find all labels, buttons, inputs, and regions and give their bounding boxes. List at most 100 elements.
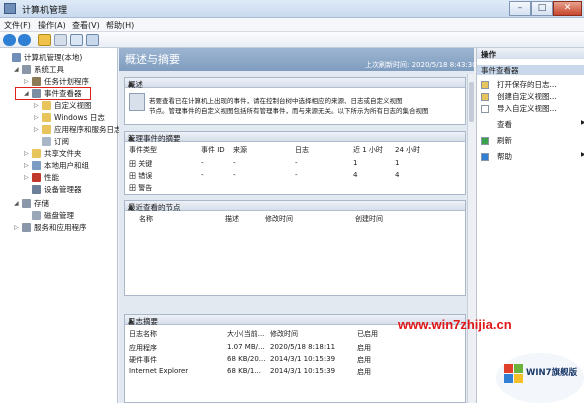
tree-node[interactable]: 磁盘管理: [0, 210, 118, 221]
expand-toggle-icon[interactable]: ▷: [24, 172, 29, 183]
actions-group-event-viewer[interactable]: 事件查看器: [477, 65, 584, 75]
recent-nodes-header[interactable]: 最近查看的节点 ▲: [125, 201, 465, 212]
table-cell: 田 错误: [129, 172, 153, 180]
tree-node[interactable]: ▷ 应用程序和服务日志: [0, 124, 122, 135]
action-item[interactable]: 打开保存的日志...: [481, 79, 584, 90]
expand-toggle-icon[interactable]: ◢: [14, 198, 19, 209]
tree-node[interactable]: ▷ 本地用户和组: [0, 160, 118, 171]
column-header[interactable]: 修改时间: [265, 214, 293, 224]
expand-toggle-icon[interactable]: ▷: [24, 76, 29, 87]
overview-header[interactable]: 概述 ▲: [125, 78, 465, 89]
action-item[interactable]: 导入自定义视图...: [481, 103, 584, 114]
tools-icon: [22, 65, 31, 74]
scrollbar-thumb[interactable]: [469, 82, 474, 122]
column-header[interactable]: 大小(当前...: [227, 329, 264, 339]
console-tree: 计算机管理(本地) ◢ 系统工具 ▷ 任务计划程序 ◢ 事件查看器 ▷ 自定义视图 ▷ Window…: [0, 48, 122, 403]
column-header[interactable]: 创建时间: [355, 214, 383, 224]
computer-icon: [12, 53, 21, 62]
collapse-icon[interactable]: ▲: [128, 79, 461, 88]
computer-management-icon: [4, 3, 16, 14]
minimize-button[interactable]: –: [509, 1, 531, 16]
column-header[interactable]: 日志名称: [129, 329, 157, 339]
tree-node[interactable]: ▷ 共享文件夹: [0, 148, 118, 159]
tree-node-label: 存储: [34, 199, 49, 208]
view-icon[interactable]: [86, 34, 99, 46]
collapse-icon[interactable]: ▲: [128, 133, 461, 142]
center-pane: 概述与摘要 上次刷新时间: 2020/5/18 8:43:30 概述 ▲ 若要查看…: [119, 48, 477, 403]
tree-node[interactable]: ▷ Windows 日志: [0, 112, 118, 123]
action-label: 刷新: [497, 136, 512, 145]
expand-toggle-icon[interactable]: ▷: [34, 100, 39, 111]
center-scrollbar[interactable]: [467, 74, 474, 403]
tree-node-label: 本地用户和组: [44, 161, 89, 170]
table-cell: 4: [395, 171, 400, 179]
help-icon[interactable]: [70, 34, 83, 46]
action-label: 打开保存的日志...: [497, 80, 557, 89]
table-cell: 1: [353, 159, 358, 167]
folder-icon: [42, 125, 51, 134]
logo-text: WIN7旗舰版: [526, 368, 578, 378]
expand-toggle-icon[interactable]: ◢: [14, 64, 19, 75]
tree-node[interactable]: ◢ 存储: [0, 198, 118, 209]
column-header[interactable]: 24 小时: [395, 145, 420, 155]
table-cell: 2014/3/1 10:15:39: [270, 355, 336, 363]
tree-node[interactable]: ▷ 服务和应用程序: [0, 222, 118, 233]
maximize-button[interactable]: □: [531, 1, 553, 16]
admin-events-header[interactable]: 管理事件的摘要 ▲: [125, 132, 465, 143]
menu-help[interactable]: 帮助(H): [106, 20, 134, 31]
column-header[interactable]: 事件类型: [129, 145, 157, 155]
forward-icon[interactable]: [18, 34, 31, 46]
expand-toggle-icon[interactable]: ▷: [34, 124, 39, 135]
column-header[interactable]: 修改时间: [270, 329, 298, 339]
menu-action[interactable]: 操作(A): [38, 20, 66, 31]
tree-node-label: 服务和应用程序: [34, 223, 87, 232]
action-item[interactable]: 查看 ▶: [481, 119, 584, 130]
column-header[interactable]: 事件 ID: [201, 145, 225, 155]
close-button[interactable]: ✕: [553, 1, 582, 16]
table-cell: 68 KB/20...: [227, 355, 266, 363]
action-label: 帮助: [497, 152, 512, 161]
table-cell: 应用程序: [129, 344, 157, 352]
tree-node[interactable]: 计算机管理(本地): [0, 52, 118, 63]
table-cell: -: [233, 159, 236, 167]
window-title: 计算机管理: [22, 6, 68, 16]
action-item[interactable]: 帮助 ▶: [481, 151, 584, 162]
tree-node[interactable]: 设备管理器: [0, 184, 118, 195]
tree-node[interactable]: ▷ 任务计划程序: [0, 76, 118, 87]
open-log-icon: [481, 81, 489, 89]
tree-node-label: 自定义视图: [54, 101, 92, 110]
tree-node[interactable]: ◢ 系统工具: [0, 64, 118, 75]
tree-node-label: 订阅: [54, 137, 69, 146]
column-header[interactable]: 描述: [225, 214, 239, 224]
users-icon: [32, 161, 41, 170]
column-header[interactable]: 近 1 小时: [353, 145, 383, 155]
action-item[interactable]: 创建自定义视图...: [481, 91, 584, 102]
column-header[interactable]: 名称: [139, 214, 153, 224]
tree-node-label: 共享文件夹: [44, 149, 82, 158]
title-bar: 计算机管理 – □ ✕: [0, 0, 584, 18]
menu-view[interactable]: 查看(V): [72, 20, 100, 31]
column-header[interactable]: 来源: [233, 145, 247, 155]
table-cell: -: [233, 171, 236, 179]
tree-node[interactable]: ▷ 性能: [0, 172, 118, 183]
highlight-box: [15, 87, 91, 100]
tree-node-label: Windows 日志: [54, 113, 105, 122]
tree-node[interactable]: ▷ 自定义视图: [0, 100, 118, 111]
back-icon[interactable]: [3, 34, 16, 46]
expand-toggle-icon[interactable]: ▷: [14, 222, 19, 233]
action-label: 创建自定义视图...: [497, 92, 557, 101]
show-hide-tree-icon[interactable]: [54, 34, 67, 46]
collapse-icon[interactable]: ▲: [128, 202, 461, 211]
column-header[interactable]: 已启用: [357, 329, 378, 339]
tree-node[interactable]: 订阅: [0, 136, 118, 147]
column-header[interactable]: 日志: [295, 145, 309, 155]
tree-node-label: 计算机管理(本地): [24, 53, 83, 62]
up-folder-icon[interactable]: [38, 34, 51, 46]
table-cell: -: [295, 171, 298, 179]
expand-toggle-icon[interactable]: ▷: [34, 112, 39, 123]
expand-toggle-icon[interactable]: ▷: [24, 160, 29, 171]
action-item[interactable]: 刷新: [481, 135, 584, 146]
menu-file[interactable]: 文件(F): [4, 20, 31, 31]
actions-header: 操作: [477, 48, 584, 59]
expand-toggle-icon[interactable]: ▷: [24, 148, 29, 159]
